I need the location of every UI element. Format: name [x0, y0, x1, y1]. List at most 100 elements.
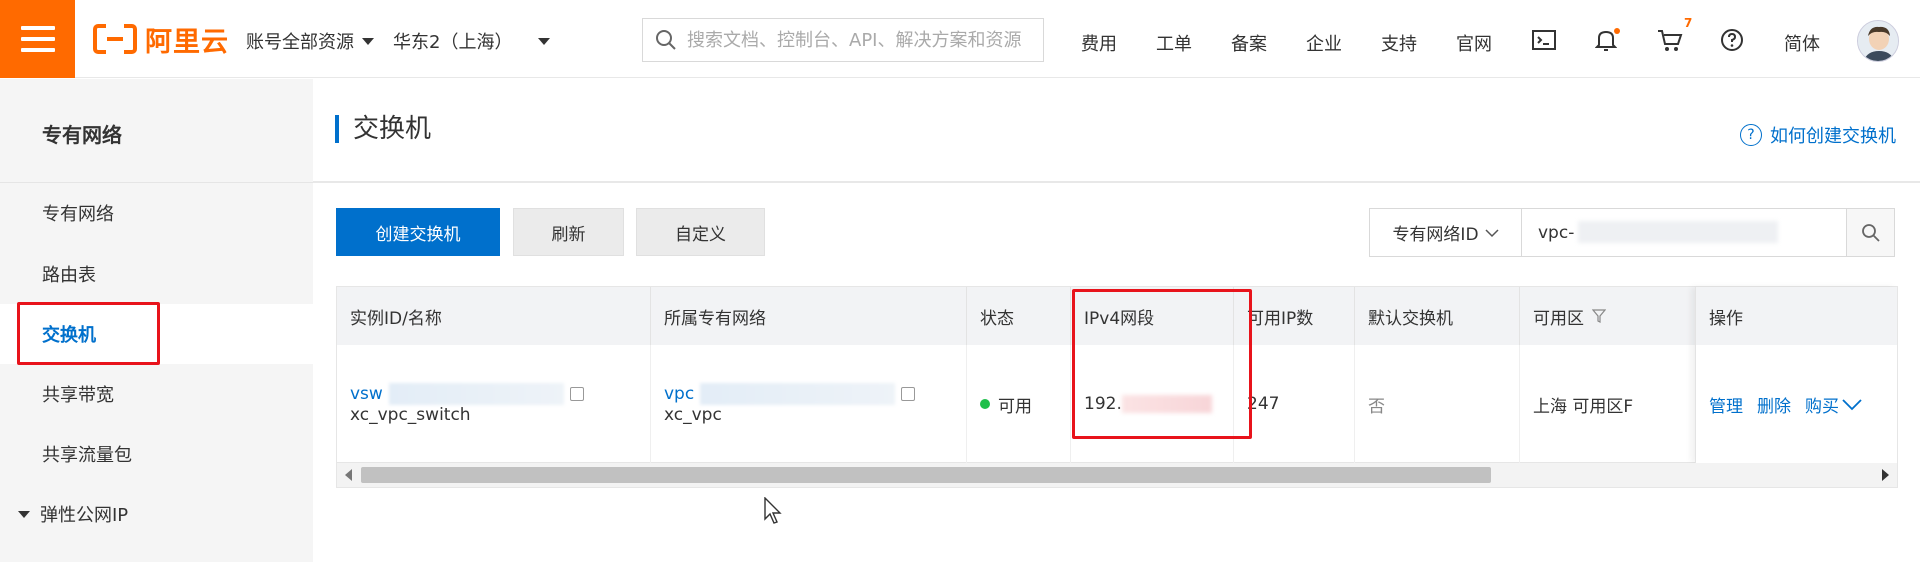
avatar[interactable]	[1857, 20, 1899, 62]
vswitch-name: xc_vpc_switch	[350, 405, 471, 425]
column-header-zone: 可用区	[1520, 287, 1698, 345]
nav-tickets[interactable]: 工单	[1156, 30, 1192, 56]
actions-column: 操作 管理 删除 购买	[1695, 287, 1897, 463]
nav-official-site[interactable]: 官网	[1456, 30, 1492, 56]
buy-dropdown[interactable]: 购买	[1805, 392, 1863, 417]
status-dot	[980, 399, 990, 409]
status-text: 可用	[998, 396, 1032, 417]
column-header: 实例ID/名称	[337, 287, 651, 345]
sidebar-item-vpc[interactable]: 专有网络	[0, 183, 313, 243]
zone-value: 上海 可用区F	[1533, 396, 1634, 417]
buy-label: 购买	[1805, 396, 1839, 417]
manage-link[interactable]: 管理	[1709, 392, 1743, 417]
column-header: 状态	[967, 287, 1071, 345]
nav-icp[interactable]: 备案	[1231, 30, 1267, 56]
page-title: 交换机	[335, 115, 431, 143]
menu-icon[interactable]	[0, 0, 75, 78]
column-header: 操作	[1696, 287, 1897, 345]
sidebar-item-vswitch[interactable]: 交换机	[0, 304, 313, 364]
cart-icon[interactable]: 7	[1656, 16, 1692, 54]
question-icon: ?	[1740, 124, 1762, 146]
sidebar-item-eip[interactable]: 弹性公网IP	[0, 484, 313, 544]
redacted-mask	[1121, 395, 1212, 413]
search-icon	[1861, 223, 1880, 242]
scroll-left-arrow-icon[interactable]	[345, 469, 352, 481]
top-bar: 阿里云 账号全部资源 华东2（上海） 费用 工单 备案 企业 支持 官网 7 简…	[0, 0, 1920, 78]
filter-bar: 专有网络ID vpc-	[1369, 208, 1895, 257]
help-link[interactable]: ? 如何创建交换机	[1740, 122, 1896, 148]
scroll-thumb[interactable]	[361, 467, 1491, 483]
delete-link[interactable]: 删除	[1757, 392, 1791, 417]
region-dropdown[interactable]: 华东2（上海）	[393, 28, 551, 54]
chevron-down-icon	[538, 37, 551, 45]
nav-fees[interactable]: 费用	[1081, 30, 1117, 56]
mouse-cursor-icon	[764, 496, 784, 529]
create-vswitch-button[interactable]: 创建交换机	[336, 208, 500, 256]
account-resources-label: 账号全部资源	[246, 32, 354, 53]
sidebar-item-label: 共享带宽	[42, 385, 114, 406]
column-header: 所属专有网络	[651, 287, 967, 345]
sidebar-item-route-table[interactable]: 路由表	[0, 244, 313, 304]
cell-default: 否	[1355, 345, 1520, 463]
filter-search-button[interactable]	[1846, 209, 1894, 256]
terminal-icon[interactable]	[1530, 26, 1558, 54]
copy-icon[interactable]	[569, 387, 584, 401]
row-actions: 管理 删除 购买	[1696, 345, 1897, 463]
vswitch-table: 实例ID/名称 所属专有网络 状态 IPv4网段 可用IP数 默认交换机 可用区…	[336, 286, 1898, 488]
search-input[interactable]	[687, 29, 1027, 51]
bell-icon[interactable]	[1592, 26, 1620, 54]
global-search[interactable]	[642, 18, 1044, 62]
account-resources-dropdown[interactable]: 账号全部资源	[246, 28, 374, 54]
vswitch-id-link[interactable]: vsw	[350, 383, 650, 405]
cell-zone: 上海 可用区F	[1520, 345, 1698, 463]
language-switch[interactable]: 简体	[1784, 30, 1820, 56]
aliyun-logo-mark	[93, 24, 137, 54]
nav-support[interactable]: 支持	[1381, 30, 1417, 56]
chevron-down-icon	[18, 510, 30, 518]
help-icon[interactable]	[1718, 26, 1746, 54]
chevron-down-icon	[362, 37, 374, 45]
sidebar-item-label: 专有网络	[42, 204, 114, 225]
sidebar-item-label: 路由表	[42, 265, 96, 286]
customize-button[interactable]: 自定义	[636, 208, 765, 256]
column-header: 默认交换机	[1355, 287, 1520, 345]
cell-vpc: vpc xc_vpc	[651, 345, 967, 463]
scroll-right-arrow-icon[interactable]	[1882, 469, 1889, 481]
sidebar-item-label: 弹性公网IP	[40, 505, 129, 526]
filter-icon[interactable]	[1592, 309, 1606, 323]
redacted-mask	[1578, 221, 1778, 243]
chevron-down-icon	[1485, 228, 1499, 237]
vpc-id: vpc	[664, 384, 695, 404]
refresh-button[interactable]: 刷新	[513, 208, 624, 256]
cell-ipv4: 192.	[1071, 345, 1234, 463]
notification-dot	[1614, 28, 1620, 34]
vpc-name: xc_vpc	[664, 405, 722, 425]
horizontal-scrollbar[interactable]	[337, 463, 1897, 487]
sidebar-item-shared-data-plan[interactable]: 共享流量包	[0, 424, 313, 484]
copy-icon[interactable]	[901, 387, 916, 401]
filter-field-select[interactable]: 专有网络ID	[1370, 209, 1522, 256]
redacted-mask	[700, 383, 896, 405]
aliyun-logo[interactable]: 阿里云	[93, 22, 229, 58]
nav-enterprise[interactable]: 企业	[1306, 30, 1342, 56]
table-header: 实例ID/名称 所属专有网络 状态 IPv4网段 可用IP数 默认交换机 可用区	[337, 287, 1897, 345]
cell-instance: vsw xc_vpc_switch	[337, 345, 651, 463]
region-label: 华东2（上海）	[393, 32, 513, 53]
column-header-label: 可用区	[1533, 308, 1584, 329]
vpc-id-link[interactable]: vpc	[664, 383, 966, 405]
filter-value-input[interactable]: vpc-	[1522, 209, 1846, 256]
vswitch-id: vsw	[350, 384, 383, 404]
default-vswitch-value: 否	[1368, 396, 1385, 417]
help-link-label: 如何创建交换机	[1770, 126, 1896, 147]
page-header: 交换机 ? 如何创建交换机	[313, 79, 1920, 183]
column-header: 可用IP数	[1234, 287, 1355, 345]
sidebar-item-label: 共享流量包	[42, 445, 132, 466]
ipv4-cidr: 192.	[1084, 394, 1122, 414]
sidebar-item-shared-bandwidth[interactable]: 共享带宽	[0, 364, 313, 424]
redacted-mask	[388, 383, 564, 405]
sidebar-item-label: 交换机	[42, 325, 96, 346]
filter-value: vpc-	[1538, 222, 1575, 243]
cell-status: 可用	[967, 345, 1071, 463]
cell-available-ips: 247	[1234, 345, 1355, 463]
sidebar-title: 专有网络	[42, 123, 122, 147]
